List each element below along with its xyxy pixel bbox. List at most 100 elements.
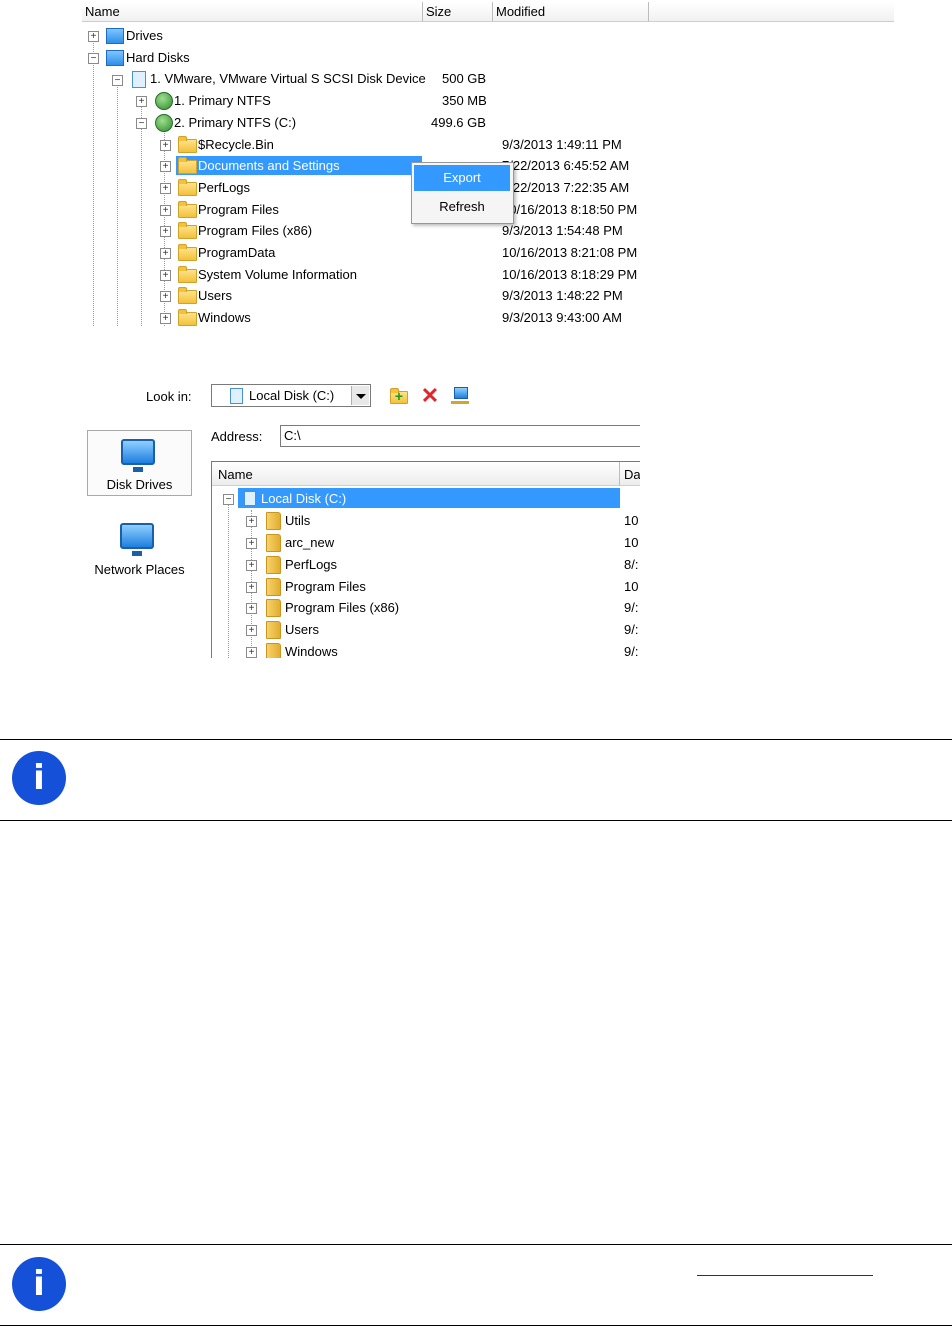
tree-node-folder[interactable]: Program Files (198, 202, 279, 218)
expand-toggle[interactable]: + (160, 205, 171, 216)
tree-node-folder[interactable]: Windows (198, 310, 251, 326)
tree-node-folder[interactable]: ProgramData (198, 245, 275, 261)
menu-item-export[interactable]: Export (414, 165, 510, 191)
expand-toggle[interactable]: + (246, 647, 257, 658)
place-label: Disk Drives (106, 477, 173, 492)
list-item[interactable]: Program Files (285, 579, 366, 595)
list-item[interactable]: Utils (285, 513, 310, 529)
folder-icon (178, 157, 197, 174)
list-root-node[interactable]: Local Disk (C:) (261, 491, 346, 507)
folder-icon (178, 222, 197, 239)
expand-toggle[interactable]: + (136, 96, 147, 107)
date-value: 9/: (624, 644, 639, 658)
tree-node-folder[interactable]: Users (198, 288, 232, 304)
list-header-name[interactable]: Name (212, 462, 620, 486)
place-label: Network Places (94, 562, 185, 577)
tree-node-drives[interactable]: Drives (126, 28, 163, 44)
collapse-toggle[interactable]: − (223, 494, 234, 505)
info-icon: i (12, 1257, 66, 1311)
expand-toggle[interactable]: + (160, 226, 171, 237)
expand-toggle[interactable]: + (246, 560, 257, 571)
expand-toggle[interactable]: + (246, 603, 257, 614)
tree-node-folder[interactable]: Program Files (x86) (198, 223, 312, 239)
list-item[interactable]: PerfLogs (285, 557, 337, 573)
network-button[interactable] (450, 386, 470, 406)
delete-button[interactable]: ✕ (420, 383, 440, 408)
new-folder-button[interactable]: + (389, 386, 409, 406)
folder-icon (266, 512, 281, 530)
expand-toggle[interactable]: + (246, 582, 257, 593)
tree-guide-line (228, 504, 229, 658)
menu-item-refresh[interactable]: Refresh (414, 194, 510, 220)
tree-node-folder[interactable]: $Recycle.Bin (198, 137, 274, 153)
expand-toggle[interactable]: + (88, 31, 99, 42)
size-value: 500 GB (442, 71, 487, 86)
hyperlink-underline[interactable] (697, 1275, 873, 1276)
list-item[interactable]: Users (285, 622, 319, 638)
monitor-icon (121, 439, 155, 472)
list-header-date[interactable]: Da (620, 462, 640, 486)
tree-node-partition-1[interactable]: 1. Primary NTFS (174, 93, 271, 109)
tree-guide-line (93, 40, 94, 326)
folder-icon (178, 201, 197, 218)
list-item[interactable]: arc_new (285, 535, 334, 551)
modified-value: 9/3/2013 1:54:48 PM (502, 223, 623, 238)
partition-icon (155, 92, 173, 110)
folder-icon (178, 179, 197, 196)
local-disk-icon (244, 491, 256, 506)
expand-toggle[interactable]: + (160, 313, 171, 324)
column-header-name[interactable]: Name (82, 2, 423, 22)
folder-icon (266, 578, 281, 596)
place-disk-drives[interactable]: Disk Drives (87, 430, 192, 496)
expand-toggle[interactable]: + (160, 270, 171, 281)
modified-value: 9/3/2013 9:43:00 AM (502, 310, 622, 325)
chevron-down-icon[interactable] (351, 386, 369, 405)
tree-node-folder-selected[interactable]: Documents and Settings (198, 158, 340, 174)
expand-toggle[interactable]: + (246, 516, 257, 527)
collapse-toggle[interactable]: − (112, 75, 123, 86)
tree-node-hard-disks[interactable]: Hard Disks (126, 50, 190, 66)
folder-icon (178, 136, 197, 153)
expand-toggle[interactable]: + (160, 248, 171, 259)
list-item[interactable]: Program Files (x86) (285, 600, 399, 616)
expand-toggle[interactable]: + (160, 140, 171, 151)
tree-node-disk-device[interactable]: 1. VMware, VMware Virtual S SCSI Disk De… (150, 71, 426, 87)
expand-toggle[interactable]: + (246, 538, 257, 549)
context-menu: Export Refresh (411, 162, 514, 224)
collapse-toggle[interactable]: − (136, 118, 147, 129)
expand-toggle[interactable]: + (160, 291, 171, 302)
tree-node-partition-2[interactable]: 2. Primary NTFS (C:) (174, 115, 296, 131)
modified-value: 9/3/2013 1:48:22 PM (502, 288, 623, 303)
expand-toggle[interactable]: + (246, 625, 257, 636)
info-icon: i (12, 751, 66, 805)
collapse-toggle[interactable]: − (88, 53, 99, 64)
expand-toggle[interactable]: + (160, 183, 171, 194)
modified-value: 10/16/2013 8:18:50 PM (502, 202, 638, 217)
note-bottom-rule (0, 820, 952, 821)
folder-icon (178, 244, 197, 261)
folder-icon (266, 599, 281, 617)
file-list: Name Da − Local Disk (C:) + Utils 10 + a… (211, 461, 640, 658)
note-top-rule (0, 739, 952, 740)
folder-icon (178, 266, 197, 283)
tree-node-folder[interactable]: System Volume Information (198, 267, 357, 283)
modified-value: 10/16/2013 8:21:08 PM (502, 245, 638, 260)
folder-icon (178, 287, 197, 304)
note-bottom-rule (0, 1325, 952, 1326)
note-top-rule (0, 1244, 952, 1245)
tree-node-folder[interactable]: PerfLogs (198, 180, 250, 196)
look-in-dropdown[interactable]: Local Disk (C:) (211, 384, 371, 407)
list-item[interactable]: Windows (285, 644, 338, 658)
expand-toggle[interactable]: + (160, 161, 171, 172)
modified-value: 7/22/2013 6:45:52 AM (502, 158, 630, 173)
date-value: 10 (624, 513, 639, 528)
column-header-modified[interactable]: Modified (493, 2, 649, 22)
column-header-size[interactable]: Size (423, 2, 493, 22)
place-network-places[interactable]: Network Places (87, 515, 192, 581)
disk-device-icon (132, 71, 146, 88)
network-base-icon (451, 401, 469, 404)
delete-x-icon: ✕ (420, 383, 440, 408)
modified-value: 10/16/2013 8:18:29 PM (502, 267, 638, 282)
address-input[interactable]: C:\ (280, 425, 640, 447)
folder-icon (266, 621, 281, 639)
